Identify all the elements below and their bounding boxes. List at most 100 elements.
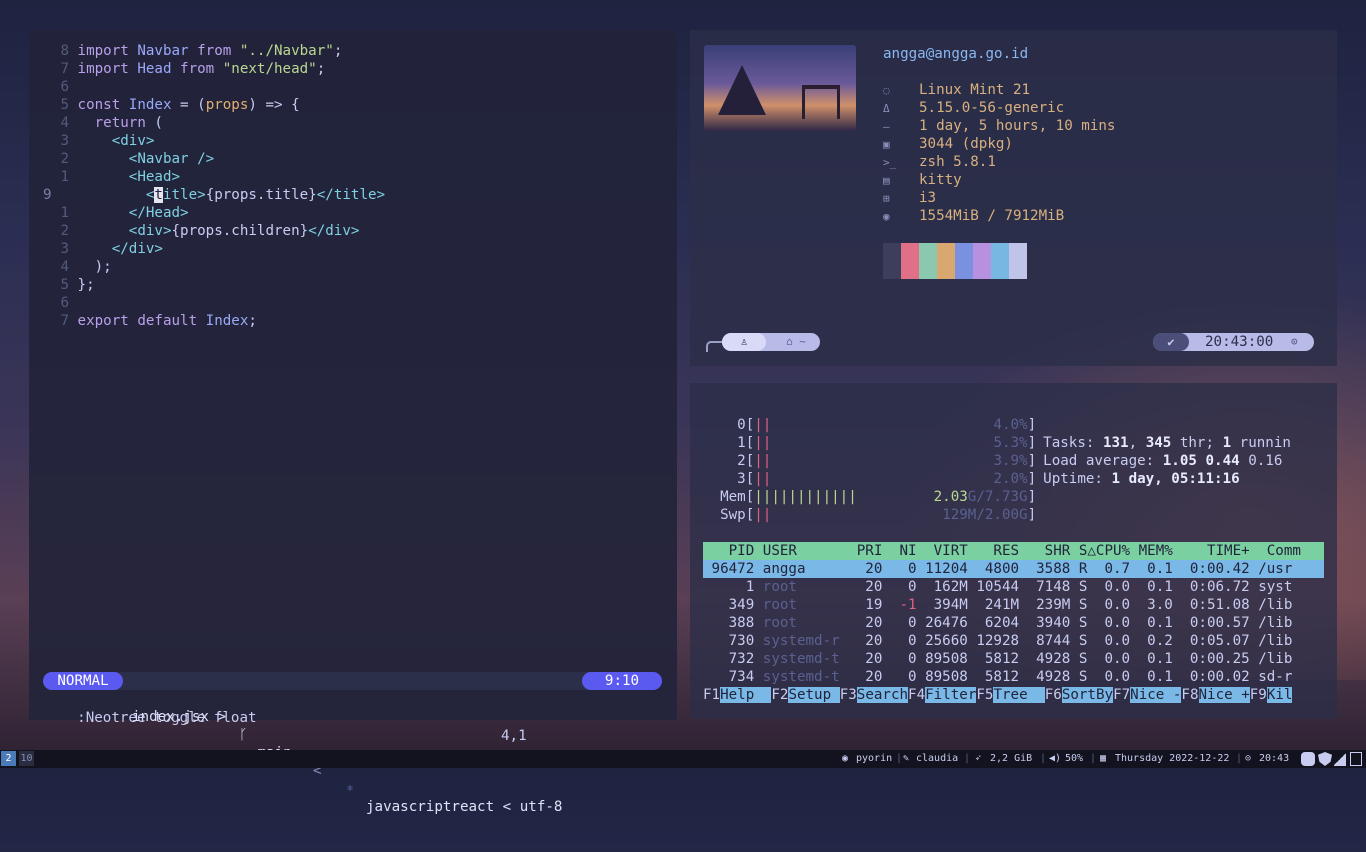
- hostname: claudia: [916, 753, 959, 764]
- fetch-row-icon: —: [883, 120, 890, 133]
- fetch-user-host: angga@angga.go.id: [883, 46, 1029, 62]
- cursor-position: 9:10: [582, 672, 662, 690]
- line-number: 1: [60, 169, 69, 185]
- workspace-active[interactable]: 2: [1, 751, 16, 766]
- fkey-label[interactable]: Filter: [925, 687, 977, 703]
- fetch-row: — 1 day, 5 hours, 10 mins: [883, 117, 1115, 135]
- process-row[interactable]: 349 root 19 -1 394M 241M 239M S 0.0 3.0 …: [703, 596, 1324, 614]
- code-token: </Head>: [77, 205, 189, 221]
- fkey-number: F6: [1044, 687, 1062, 703]
- meter-row: 2[|| 3.9%]: [703, 453, 1037, 469]
- fetch-row-icon: >_: [883, 156, 897, 169]
- fkey-label[interactable]: Tree: [993, 687, 1045, 703]
- fetch-row-value: i3: [919, 190, 937, 206]
- react-icon: ⚛: [347, 783, 354, 794]
- shield-icon[interactable]: [1318, 752, 1332, 766]
- tux-icon: ♙: [722, 333, 766, 351]
- prompt-hook: [706, 341, 722, 352]
- color-swatch: [1009, 243, 1027, 279]
- meter-row: 1[|| 5.3%]: [703, 435, 1037, 451]
- code-token: {props.children}: [171, 223, 309, 239]
- meter-bars: ||: [754, 471, 772, 487]
- code-token: import: [77, 43, 138, 59]
- process-stats: 20 0 89508 5812 4928 S 0.0 0.1 0:00.02 s…: [848, 669, 1293, 685]
- wifi-icon[interactable]: [1334, 752, 1346, 766]
- code-token: from: [171, 61, 223, 77]
- htop-window[interactable]: 0[|| 4.0%] 1[|| 5.3%] 2[|| 3.9%] 3[|| 2.…: [690, 383, 1337, 719]
- prompt-path: ⌂ ~: [786, 335, 806, 348]
- workspace-other[interactable]: 10: [19, 751, 34, 766]
- code-line: 7 import Head from "next/head";: [29, 60, 325, 78]
- fkey-number: F9: [1249, 687, 1267, 703]
- process-user: root: [754, 615, 849, 631]
- editor-window[interactable]: 8 import Navbar from "../Navbar"; 7 impor…: [29, 30, 677, 815]
- process-row[interactable]: 96472 angga 20 0 11204 4800 3588 R 0.7 0…: [703, 560, 1324, 578]
- fkey-label[interactable]: Help: [720, 687, 772, 703]
- code-token: <div>: [77, 133, 155, 149]
- code-token: ;: [316, 61, 326, 77]
- code-line: 4 return (: [29, 114, 163, 132]
- meter-label: 1[: [703, 435, 755, 451]
- line-number: 9: [43, 187, 52, 203]
- fetch-row-value: Linux Mint 21: [919, 82, 1031, 98]
- code-token: </div>: [308, 223, 360, 239]
- discord-icon[interactable]: [1301, 752, 1315, 766]
- fkey-label[interactable]: Nice -: [1130, 687, 1182, 703]
- line-number: 4: [60, 115, 69, 131]
- fkey-number: F5: [976, 687, 994, 703]
- line-number: 5: [60, 277, 69, 293]
- process-table-header[interactable]: PID USER PRI NI VIRT RES SHR S△CPU% MEM%…: [703, 542, 1324, 560]
- github-user: pyorin: [856, 753, 893, 764]
- command-text: :Neotree toggle float: [77, 710, 257, 726]
- code-token: (: [154, 115, 163, 131]
- meter-label: 0[: [703, 417, 755, 433]
- fkey-label[interactable]: Setup: [788, 687, 840, 703]
- meter-row: 0[|| 4.0%]: [703, 417, 1037, 433]
- process-user: systemd-r: [754, 633, 849, 649]
- function-key-bar[interactable]: F1Help F2Setup F3SearchF4FilterF5Tree F6…: [703, 686, 1324, 704]
- uptime-line: Uptime: 1 day, 05:11:16: [1043, 471, 1240, 487]
- meter-bars: ||: [754, 435, 772, 451]
- command-cursor-position: 4,1: [501, 728, 527, 744]
- process-pid: 388: [703, 615, 755, 631]
- info-icon[interactable]: [1350, 752, 1362, 766]
- process-row[interactable]: 730 systemd-r 20 0 25660 12928 8744 S 0.…: [703, 632, 1324, 650]
- process-pid: 730: [703, 633, 755, 649]
- color-swatch: [919, 243, 937, 279]
- code-line: 3 </div>: [29, 240, 163, 258]
- process-row[interactable]: 732 systemd-t 20 0 89508 5812 4928 S 0.0…: [703, 650, 1324, 668]
- status-filetype: javascriptreact < utf-8: [366, 799, 563, 815]
- fkey-label[interactable]: SortBy: [1061, 687, 1114, 703]
- code-token: <Head>: [77, 169, 181, 185]
- memory-usage: 2,2 GiB: [990, 753, 1033, 764]
- code-token: Navbar: [137, 43, 189, 59]
- fkey-number: F7: [1113, 687, 1131, 703]
- process-stats: 20 0 26476 6204 3940 S 0.0 0.1 0:00.57 /…: [848, 615, 1293, 631]
- process-row[interactable]: 1 root 20 0 162M 10544 7148 S 0.0 0.1 0:…: [703, 578, 1324, 596]
- fkey-label[interactable]: Search: [856, 687, 909, 703]
- command-line[interactable]: :Neotree toggle float 4,1: [43, 691, 643, 744]
- git-branch-icon: ᚴ: [239, 727, 248, 743]
- process-row[interactable]: 388 root 20 0 26476 6204 3940 S 0.0 0.1 …: [703, 614, 1324, 632]
- line-number: 1: [60, 205, 69, 221]
- process-row[interactable]: 734 systemd-t 20 0 89508 5812 4928 S 0.0…: [703, 668, 1324, 686]
- meter-label: Mem[: [703, 489, 755, 505]
- fetch-window[interactable]: angga@angga.go.id ◌ Linux Mint 21 Δ 5.15.0-…: [690, 30, 1337, 366]
- code-token: };: [77, 277, 95, 293]
- fkey-label[interactable]: Nice +: [1198, 687, 1250, 703]
- meter-bars: ||: [754, 507, 772, 523]
- meter-row: 3[|| 2.0%]: [703, 471, 1037, 487]
- code-line: 3 <div>: [29, 132, 154, 150]
- code-area[interactable]: 8 import Navbar from "../Navbar"; 7 impor…: [29, 42, 677, 342]
- github-icon: ◉: [842, 753, 849, 764]
- code-token: from: [188, 43, 240, 59]
- color-swatch: [901, 243, 919, 279]
- fetch-row: ◌ Linux Mint 21: [883, 81, 1030, 99]
- code-token: Index: [128, 97, 172, 113]
- clock-icon: ⊙: [1291, 335, 1298, 348]
- fetch-row-value: 1 day, 5 hours, 10 mins: [919, 118, 1116, 134]
- volume-level[interactable]: 50%: [1065, 750, 1083, 768]
- code-token: ) => {: [248, 97, 300, 113]
- status-bar: 2 10 ◉ pyorin | ✎ claudia | ➶ 2,2 GiB | …: [0, 750, 1366, 768]
- fkey-label[interactable]: Kil: [1266, 687, 1293, 703]
